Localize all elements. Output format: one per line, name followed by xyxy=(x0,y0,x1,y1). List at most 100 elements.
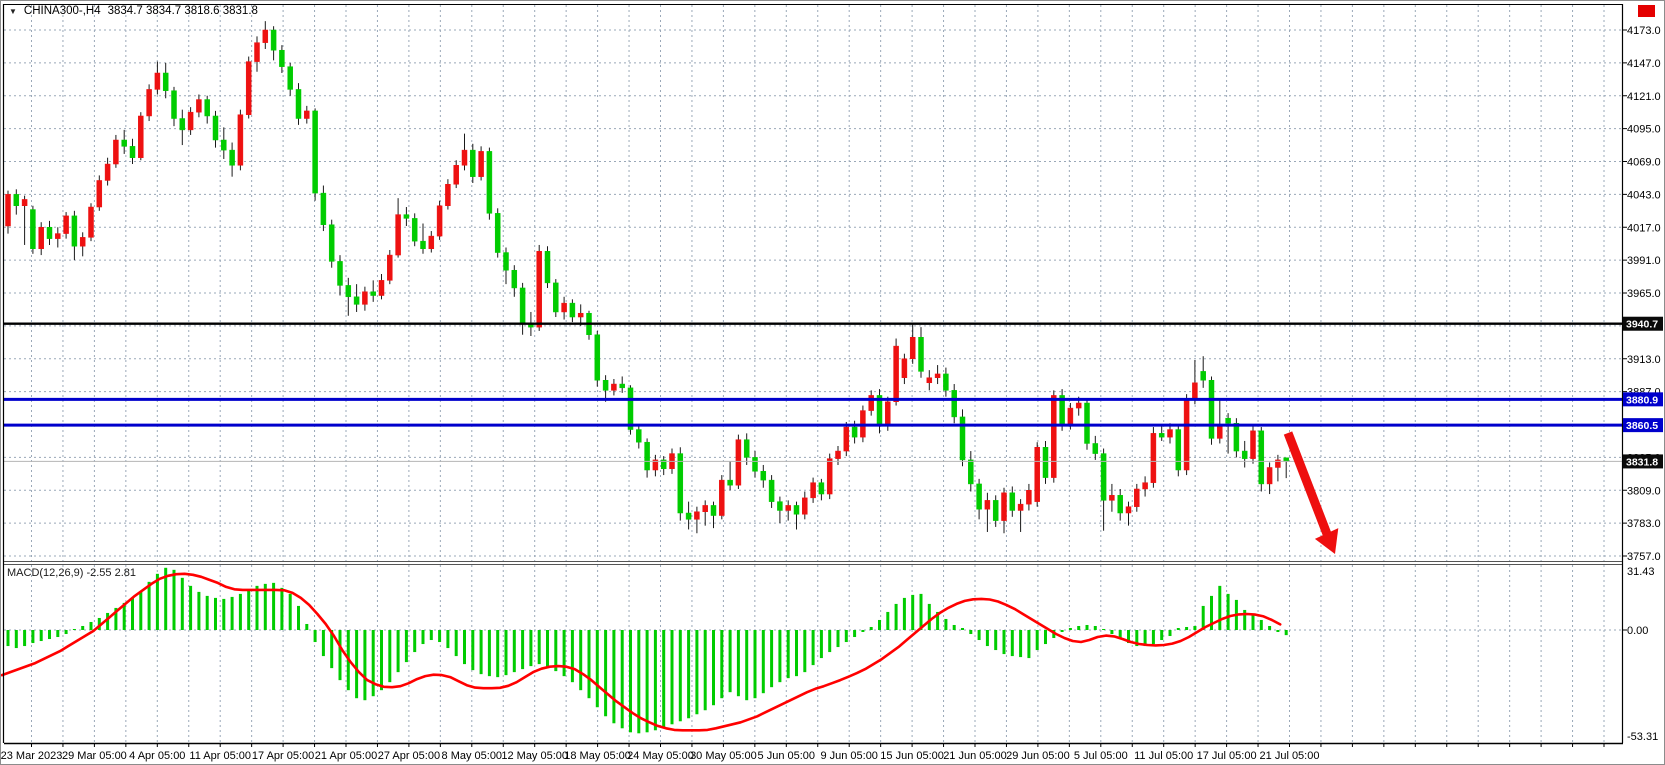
candle-body xyxy=(271,30,276,50)
candle-body xyxy=(138,116,143,158)
macd-histogram-bar xyxy=(878,620,881,630)
candle-body xyxy=(230,150,235,165)
candle-body xyxy=(678,454,683,513)
macd-histogram-bar xyxy=(289,594,292,630)
candle-body xyxy=(304,111,309,119)
macd-scale-labels: 31.430.00-53.31 xyxy=(1623,566,1658,743)
macd-histogram-bar xyxy=(139,592,142,630)
macd-histogram-bar xyxy=(380,630,383,690)
macd-histogram-bar xyxy=(778,630,781,682)
macd-histogram-bar xyxy=(944,619,947,630)
candle-body xyxy=(512,270,517,288)
macd-histogram-bar xyxy=(629,630,632,732)
candle-body xyxy=(1143,483,1148,489)
macd-histogram-bar xyxy=(1177,628,1180,630)
candle-body xyxy=(89,207,94,237)
macd-histogram-bar xyxy=(1110,630,1113,634)
macd-histogram-bar xyxy=(372,630,375,696)
macd-histogram-bar xyxy=(621,630,624,728)
candle-body xyxy=(329,225,334,262)
candle-body xyxy=(379,280,384,295)
macd-histogram-bar xyxy=(1193,626,1196,630)
macd-histogram-bar xyxy=(1252,614,1255,630)
candle-body xyxy=(39,227,44,248)
candle-body xyxy=(1118,495,1123,513)
macd-histogram-bar xyxy=(430,630,433,640)
time-tick-label: 23 Mar 2023 xyxy=(1,750,62,762)
macd-histogram-bar xyxy=(173,570,176,630)
candle-body xyxy=(852,427,857,437)
macd-histogram-bar xyxy=(870,627,873,630)
macd-histogram-bar xyxy=(679,630,682,721)
macd-histogram-bar xyxy=(56,630,59,637)
macd-histogram-bar xyxy=(538,630,541,664)
macd-histogram-bar xyxy=(720,630,723,698)
macd-histogram-bar xyxy=(1011,630,1014,656)
candle-body xyxy=(6,194,11,226)
candle-body xyxy=(553,283,558,312)
time-axis-labels: 23 Mar 202329 Mar 05:004 Apr 05:0011 Apr… xyxy=(1,744,1604,762)
candle-body xyxy=(296,89,301,118)
candle-body xyxy=(952,390,957,417)
candle-body xyxy=(22,199,27,205)
chart-title: ▼ CHINA300-,H4 3834.7 3834.7 3818.6 3831… xyxy=(9,5,258,17)
collapse-triangle-icon[interactable]: ▼ xyxy=(9,6,17,17)
candle-body xyxy=(346,285,351,296)
macd-histogram-bar xyxy=(15,630,18,648)
candle-body xyxy=(47,227,52,238)
macd-histogram-bar xyxy=(422,630,425,644)
candle-body xyxy=(611,384,616,390)
time-tick-label: 24 May 05:00 xyxy=(627,750,694,762)
macd-histogram-bar xyxy=(928,604,931,630)
candle-body xyxy=(1251,431,1256,459)
candle-body xyxy=(620,384,625,388)
candle-body xyxy=(819,483,824,494)
candle-body xyxy=(196,100,201,113)
macd-histogram-bar xyxy=(65,630,68,634)
price-badge: 3831.8 xyxy=(1623,454,1663,468)
candle-body xyxy=(1226,418,1231,423)
candle-body xyxy=(221,140,226,150)
candle-body xyxy=(736,440,741,486)
candle-body xyxy=(869,395,874,410)
macd-histogram-bar xyxy=(770,630,773,687)
arrow-shaft xyxy=(1288,433,1327,535)
candle-body xyxy=(246,62,251,115)
macd-histogram-bar xyxy=(828,630,831,652)
symbol-period-label: CHINA300-,H4 xyxy=(24,5,101,17)
macd-signal-line xyxy=(2,574,1280,731)
price-tick-label: 4121.0 xyxy=(1627,91,1661,103)
candle-body xyxy=(1051,395,1056,477)
candle-body xyxy=(985,500,990,509)
macd-histogram-bar xyxy=(446,630,449,648)
candle-body xyxy=(794,505,799,514)
macd-histogram-bar xyxy=(48,630,51,639)
macd-histogram-bar xyxy=(1036,630,1039,650)
candle-body xyxy=(1184,399,1189,470)
macd-histogram-bar xyxy=(247,590,250,630)
macd-histogram-bar xyxy=(596,630,599,707)
down-arrow-annotation[interactable] xyxy=(1288,433,1338,554)
macd-histogram-bar xyxy=(256,586,259,630)
candle-body xyxy=(728,480,733,485)
time-tick-label: 27 Apr 05:00 xyxy=(378,750,440,762)
candle-body xyxy=(504,253,509,271)
chart-canvas[interactable]: 4173.04147.04121.04095.04069.04043.04017… xyxy=(1,1,1665,765)
candle-body xyxy=(113,140,118,164)
time-tick-label: 5 Jul 05:00 xyxy=(1074,750,1128,762)
macd-histogram-bar xyxy=(322,630,325,656)
candle-body xyxy=(487,151,492,213)
candle-body xyxy=(636,430,641,443)
candle-body xyxy=(1242,451,1247,459)
price-badge: 3940.7 xyxy=(1623,317,1663,331)
candle-body xyxy=(1134,489,1139,507)
candles-layer xyxy=(6,21,1289,533)
candle-body xyxy=(479,151,484,176)
price-tick-label: 3991.0 xyxy=(1627,255,1661,267)
app-window: ▼ CHINA300-,H4 3834.7 3834.7 3818.6 3831… xyxy=(0,0,1665,765)
candle-body xyxy=(1168,430,1173,438)
candle-body xyxy=(628,388,633,430)
candle-body xyxy=(744,440,749,458)
macd-histogram-bar xyxy=(455,630,458,656)
macd-histogram-bar xyxy=(745,630,748,700)
